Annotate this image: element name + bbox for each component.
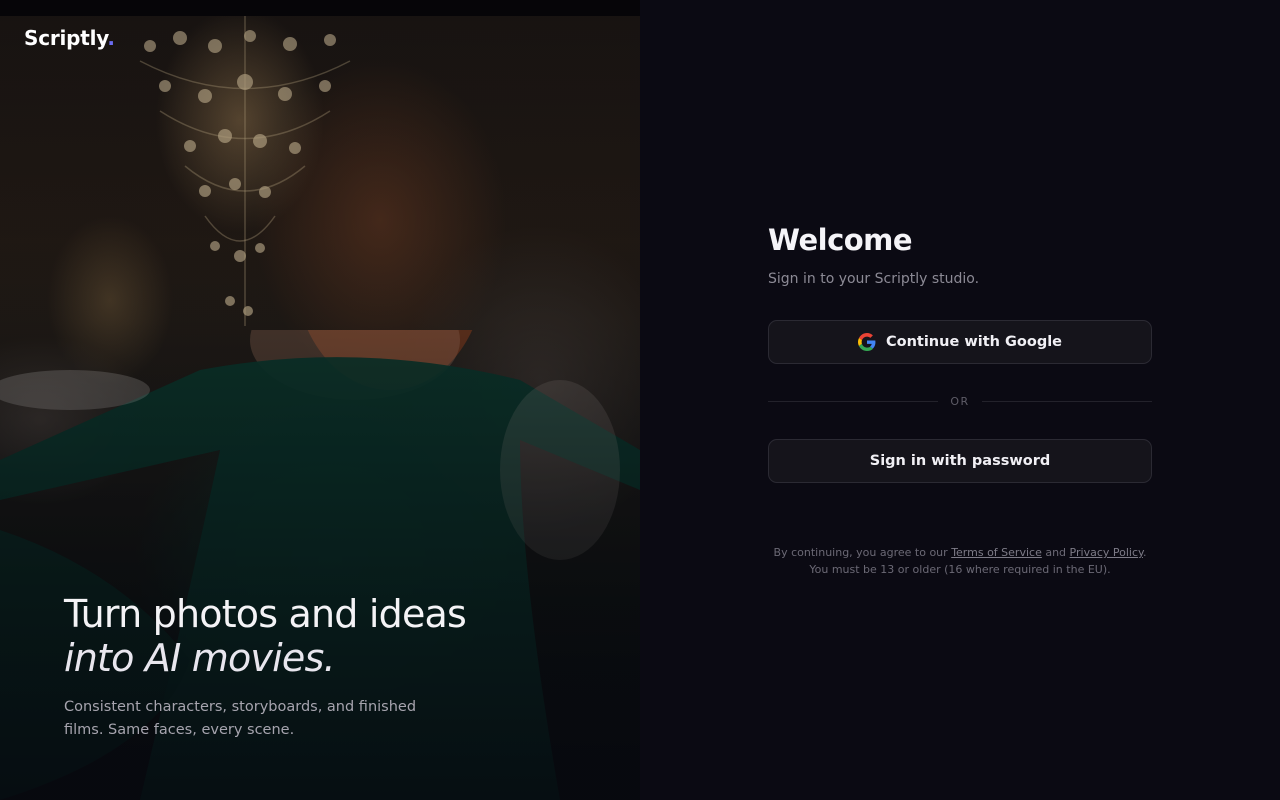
hero-headline-line2: into AI movies. xyxy=(64,636,336,680)
terms-of-service-link[interactable]: Terms of Service xyxy=(951,546,1042,559)
hero-headline: Turn photos and ideas into AI movies. xyxy=(64,592,484,680)
page-title: Welcome xyxy=(768,223,913,257)
hero-panel: Scriptly. Turn photos and ideas into AI … xyxy=(0,0,640,800)
divider-line-right xyxy=(981,401,1152,402)
or-divider: OR xyxy=(768,395,1152,408)
legal-and: and xyxy=(1045,546,1067,559)
hero-headline-line1: Turn photos and ideas xyxy=(64,592,467,636)
google-g-icon xyxy=(857,333,876,351)
brand-name: Scriptly xyxy=(24,26,108,50)
legal-prefix: By continuing, you agree to our xyxy=(773,546,948,559)
sign-in-page: Scriptly. Turn photos and ideas into AI … xyxy=(0,0,1280,800)
privacy-policy-link[interactable]: Privacy Policy xyxy=(1070,546,1143,559)
continue-with-google-button[interactable]: Continue with Google xyxy=(768,320,1152,364)
auth-panel: Welcome Sign in to your Scriptly studio.… xyxy=(640,0,1280,800)
legal-suffix: . xyxy=(1142,546,1147,559)
brand-dot: . xyxy=(107,26,115,50)
divider-line-left xyxy=(768,401,939,402)
google-button-label: Continue with Google xyxy=(885,334,1063,350)
sign-in-with-password-button[interactable]: Sign in with password xyxy=(768,439,1152,483)
auth-card: Welcome Sign in to your Scriptly studio.… xyxy=(768,220,1152,578)
password-button-label: Sign in with password xyxy=(869,453,1051,469)
brand-logo[interactable]: Scriptly. xyxy=(24,26,115,50)
age-requirement-note: You must be 13 or older (16 where requir… xyxy=(809,563,1111,576)
legal-line-1: By continuing, you agree to our Terms of… xyxy=(768,544,1152,561)
legal-notice: By continuing, you agree to our Terms of… xyxy=(768,544,1152,578)
page-subtitle: Sign in to your Scriptly studio. xyxy=(768,271,980,287)
hero-subcopy: Consistent characters, storyboards, and … xyxy=(64,699,417,738)
hero-copy: Turn photos and ideas into AI movies. Co… xyxy=(64,592,484,742)
divider-label: OR xyxy=(950,395,970,408)
